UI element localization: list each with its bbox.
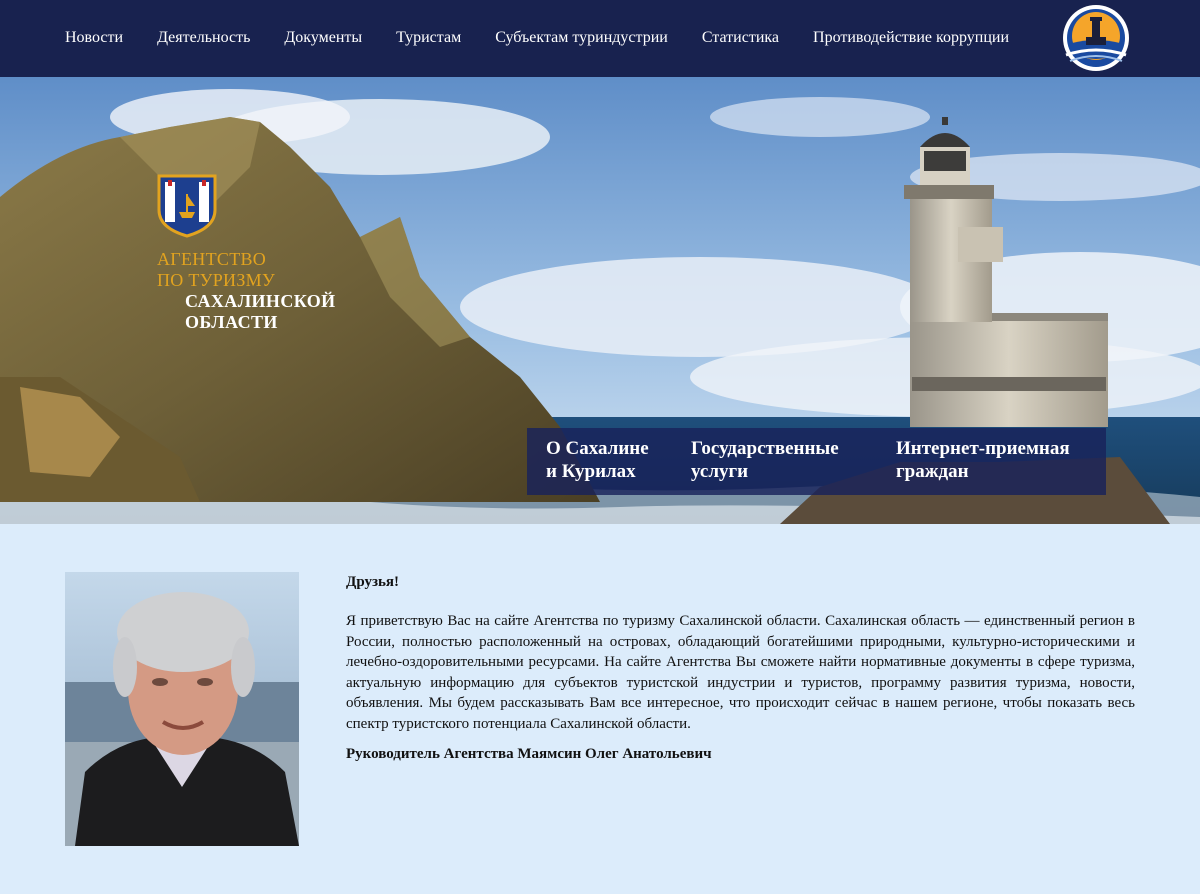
nav-item-activity[interactable]: Деятельность bbox=[140, 28, 267, 48]
quick-link-citizen-reception-line1: Интернет-приемная bbox=[896, 438, 1070, 459]
quick-link-sakhalin-kurils-line1: О Сахалине bbox=[546, 438, 649, 459]
sakhalin-coat-of-arms-icon bbox=[157, 174, 217, 238]
nav-item-anti-corruption[interactable]: Противодействие коррупции bbox=[796, 28, 1026, 48]
nav-item-tourism-industry[interactable]: Субъектам туриндустрии bbox=[478, 28, 685, 48]
nav-item-documents[interactable]: Документы bbox=[267, 28, 379, 48]
director-portrait-photo bbox=[65, 572, 299, 846]
nav-item-tourists[interactable]: Туристам bbox=[379, 28, 478, 48]
agency-name-line-2: ПО ТУРИЗМУ bbox=[157, 270, 276, 290]
quick-link-government-services-line1: Государственные bbox=[691, 438, 839, 459]
agency-name-line-4: ОБЛАСТИ bbox=[185, 312, 278, 332]
welcome-greeting: Друзья! bbox=[346, 574, 400, 590]
agency-name-line-1: АГЕНТСТВО bbox=[157, 249, 267, 269]
nav-item-statistics[interactable]: Статистика bbox=[685, 28, 796, 48]
quick-link-sakhalin-kurils[interactable]: О Сахалине и Курилах bbox=[546, 437, 649, 483]
main-menu: Новости Деятельность Документы Туристам … bbox=[48, 28, 1026, 48]
welcome-message: Я приветствую Вас на сайте Агентства по … bbox=[346, 613, 1135, 732]
top-navigation-bar: Новости Деятельность Документы Туристам … bbox=[0, 0, 1200, 77]
quick-link-citizen-reception[interactable]: Интернет-приемная граждан bbox=[896, 437, 1070, 483]
agency-name-line-3: САХАЛИНСКОЙ bbox=[185, 291, 336, 311]
quick-link-citizen-reception-line2: граждан bbox=[896, 461, 969, 482]
quick-link-government-services-line2: услуги bbox=[691, 461, 749, 482]
quick-link-sakhalin-kurils-line2: и Курилах bbox=[546, 461, 636, 482]
quick-links-panel: О Сахалине и Курилах Государственные усл… bbox=[527, 428, 1106, 495]
director-signature: Руководитель Агентства Маямсин Олег Анат… bbox=[346, 746, 712, 762]
lighthouse-logo-icon[interactable] bbox=[1058, 3, 1134, 73]
quick-link-government-services[interactable]: Государственные услуги bbox=[691, 437, 839, 483]
nav-item-news[interactable]: Новости bbox=[48, 28, 140, 48]
